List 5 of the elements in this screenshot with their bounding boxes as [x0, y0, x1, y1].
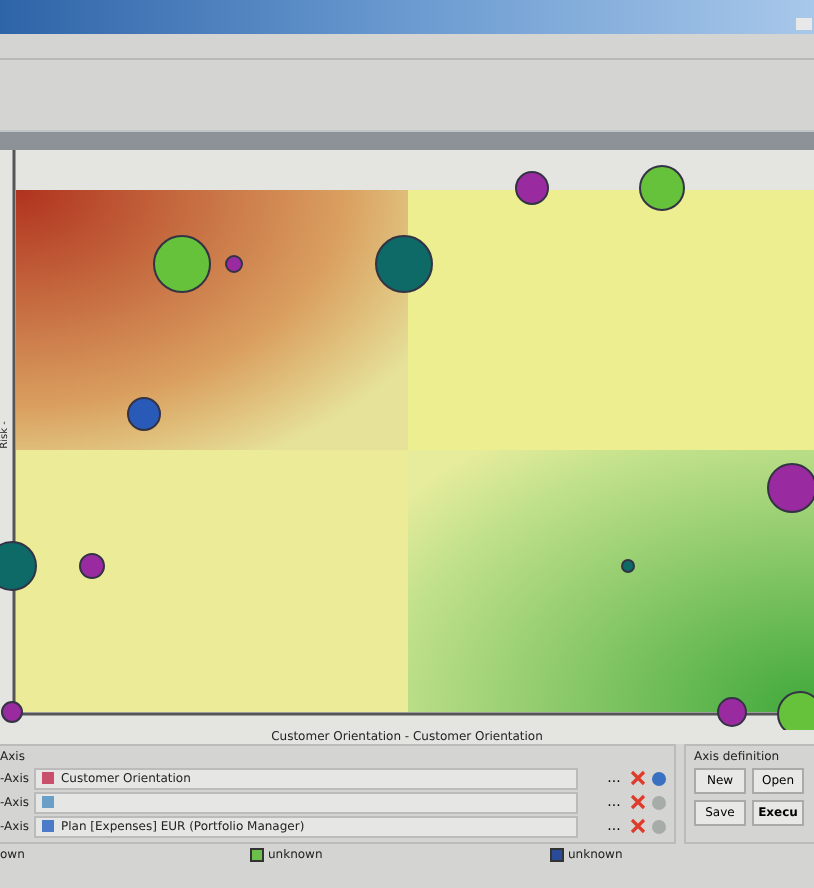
info-icon[interactable]	[652, 771, 666, 785]
delete-icon[interactable]	[630, 818, 646, 834]
axis-field[interactable]	[34, 791, 578, 813]
delete-icon[interactable]	[630, 770, 646, 786]
delete-icon[interactable]	[630, 794, 646, 810]
